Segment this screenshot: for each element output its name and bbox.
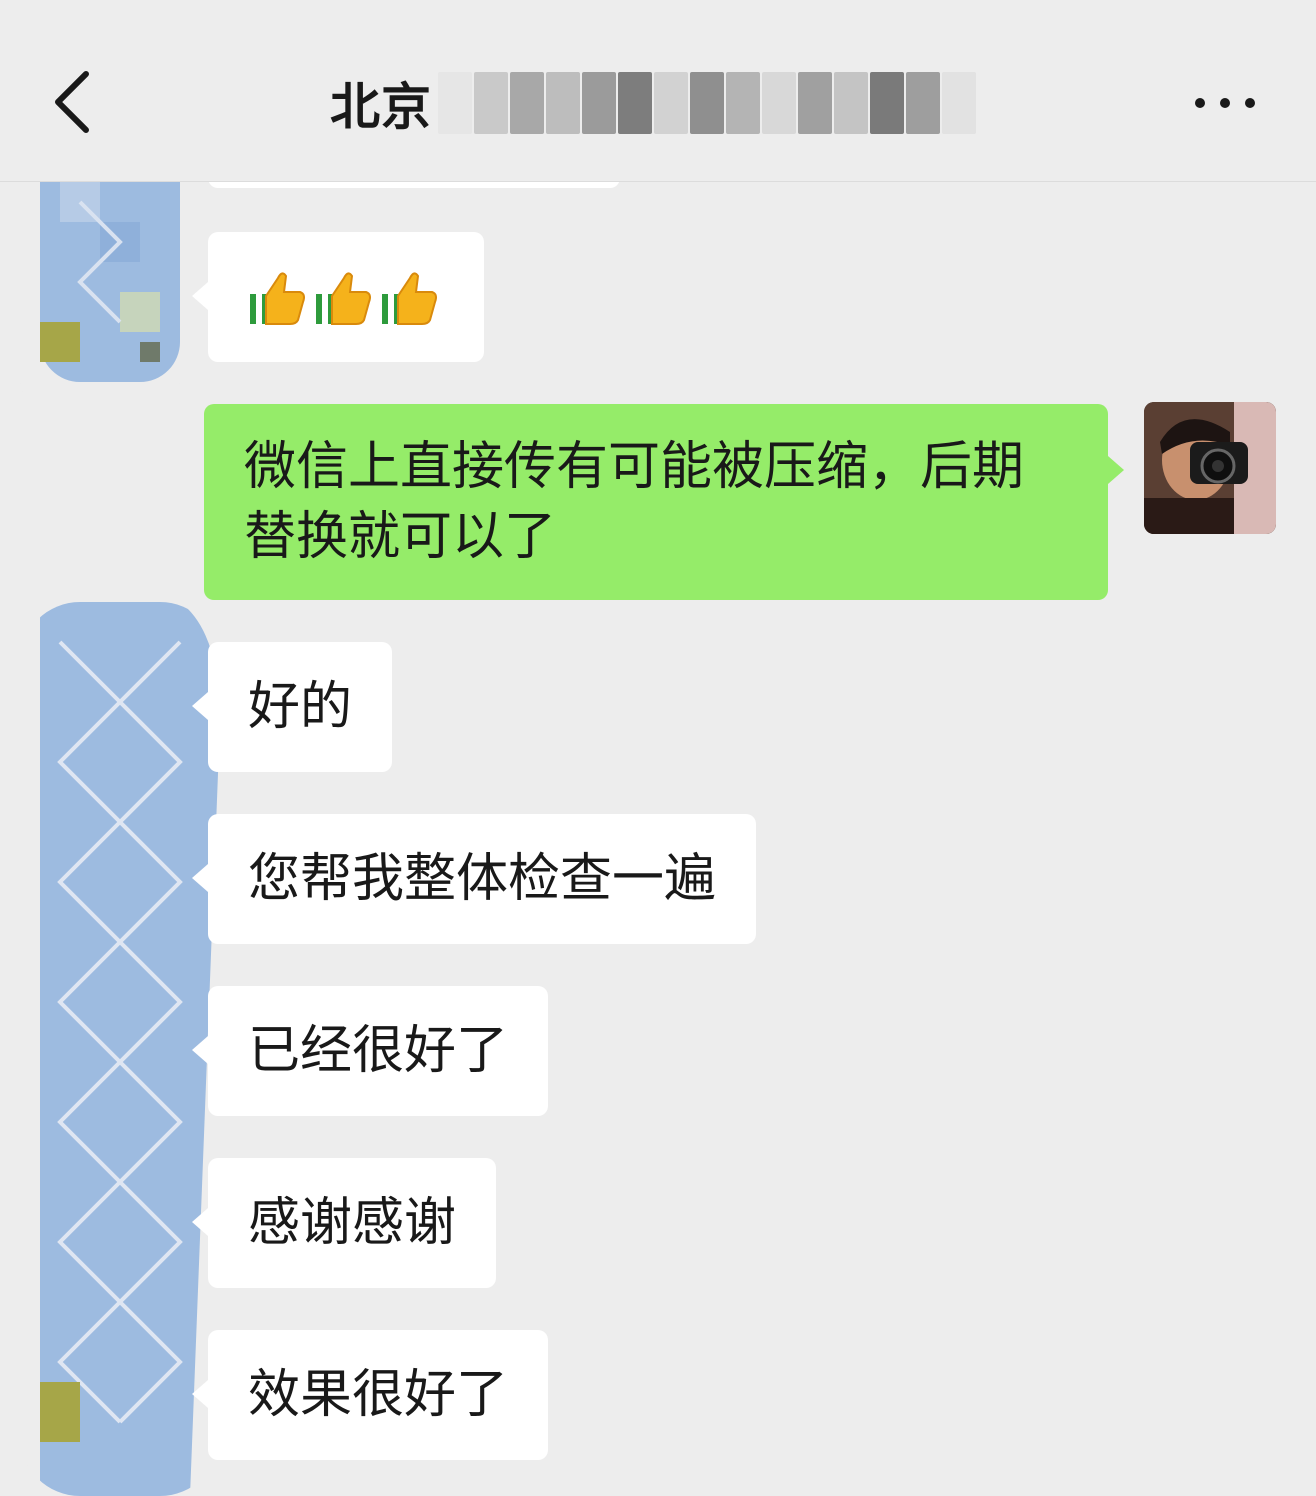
chat-header: 北京 bbox=[0, 0, 1316, 182]
redacted-title-mosaic bbox=[438, 68, 978, 138]
message-bubble-received[interactable]: 好的 bbox=[191, 642, 393, 772]
thumbs-up-icon bbox=[314, 266, 372, 328]
message-text: 好的 bbox=[248, 677, 353, 737]
message-text: 已经很好了 bbox=[248, 1021, 509, 1081]
message-bubble-sent[interactable]: 微信上直接传有可能被压缩，后期替换就可以了 bbox=[204, 404, 1124, 600]
chevron-left-icon bbox=[55, 71, 89, 133]
more-options-button[interactable] bbox=[1180, 80, 1270, 126]
chat-window: 北京 微信上直接传有可能被压缩，后期替换就可以了 好的 您帮我整体检查一遍 已经… bbox=[0, 0, 1316, 1496]
back-button[interactable] bbox=[40, 60, 110, 140]
thumbs-up-icon bbox=[380, 266, 438, 328]
chat-title: 北京 bbox=[330, 68, 978, 138]
message-text: 微信上直接传有可能被压缩，后期替换就可以了 bbox=[244, 437, 1025, 567]
message-bubble-emoji[interactable] bbox=[192, 232, 484, 362]
message-list[interactable]: 微信上直接传有可能被压缩，后期替换就可以了 好的 您帮我整体检查一遍 已经很好了… bbox=[0, 182, 1316, 1496]
message-bubble-received[interactable]: 效果很好了 bbox=[191, 1330, 549, 1460]
message-bubble-received[interactable]: 已经很好了 bbox=[191, 986, 549, 1116]
message-text: 感谢感谢 bbox=[248, 1193, 457, 1253]
more-dots-icon bbox=[1195, 98, 1255, 108]
message-text: 效果很好了 bbox=[248, 1365, 509, 1425]
chat-title-text: 北京 bbox=[330, 78, 432, 136]
contact-avatar[interactable] bbox=[20, 182, 180, 418]
my-avatar[interactable] bbox=[1144, 402, 1276, 534]
message-bubble-received[interactable]: 您帮我整体检查一遍 bbox=[191, 814, 757, 944]
message-text: 您帮我整体检查一遍 bbox=[248, 849, 717, 909]
emoji-row bbox=[248, 262, 444, 332]
message-bubble-received[interactable]: 感谢感谢 bbox=[191, 1158, 497, 1288]
thumbs-up-icon bbox=[248, 266, 306, 328]
partial-message-bubble bbox=[208, 182, 620, 188]
contact-avatar[interactable] bbox=[20, 602, 220, 1496]
